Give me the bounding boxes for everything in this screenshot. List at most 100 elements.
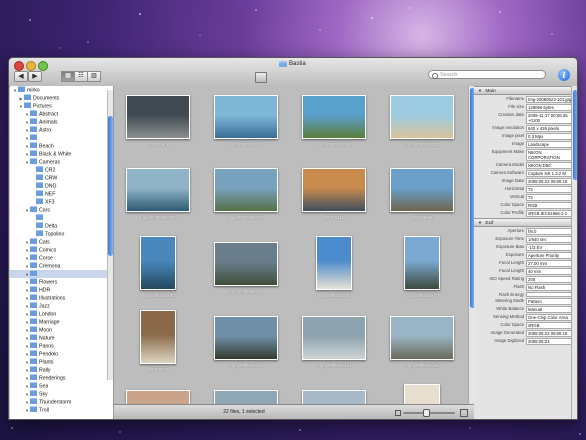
photo-image[interactable] (214, 390, 278, 404)
metadata-value[interactable]: 2008:05:23 09:08:19 (526, 330, 574, 337)
metadata-value[interactable]: One-Chip Color Area (526, 314, 574, 321)
sidebar-item[interactable]: ▼ London (10, 310, 113, 318)
metadata-value[interactable]: NIKON D50 (526, 162, 574, 169)
close-button[interactable] (14, 61, 24, 71)
sidebar-item[interactable]: Topolino (10, 230, 113, 238)
photo-image[interactable] (140, 310, 176, 364)
main-section-header[interactable]: ▼ Main (474, 86, 577, 95)
sidebar-item[interactable]: ▼ Nature (10, 334, 113, 342)
photo-thumbnail[interactable]: Img-20090926-243 (210, 310, 282, 368)
photo-image[interactable] (126, 390, 190, 404)
metadata-value[interactable]: 2009-11-17 00:06:35 +0100 (526, 112, 574, 124)
photo-thumbnail[interactable] (122, 384, 194, 404)
metadata-value[interactable]: -1/3 EV (526, 244, 574, 251)
sidebar-item[interactable]: ▼ (10, 270, 113, 278)
sidebar-item[interactable]: ▼ mirko (10, 86, 113, 94)
sidebar-item[interactable]: ▼ Panos (10, 342, 113, 350)
photo-image[interactable] (302, 95, 366, 139)
metadata-value[interactable]: 1/640 sec (526, 236, 574, 243)
sidebar-item[interactable]: ▼ Jazz (10, 302, 113, 310)
metadata-value[interactable]: Manual (526, 306, 574, 313)
info-button[interactable]: i (558, 69, 570, 81)
sidebar-item[interactable]: NEF (10, 190, 113, 198)
sidebar-item[interactable]: ▼ Rally (10, 366, 113, 374)
search-input[interactable]: Search (428, 70, 546, 79)
sidebar-item[interactable]: ▶ Documents (10, 94, 113, 102)
view-list-button[interactable]: ☷ (74, 71, 88, 82)
sidebar-item[interactable]: ▼ Flowers (10, 278, 113, 286)
photo-thumbnail[interactable]: Img-20090926-117 (210, 162, 282, 220)
metadata-value[interactable]: sRGB (526, 322, 574, 329)
sidebar-item[interactable]: ▼ Illustrations (10, 294, 113, 302)
photo-image[interactable] (214, 242, 278, 286)
sidebar-scroll-thumb[interactable] (108, 116, 113, 256)
sidebar-item[interactable]: ▼ Comics (10, 246, 113, 254)
photo-image[interactable] (390, 316, 454, 360)
photo-thumbnail[interactable]: Img-20090511-058 (298, 89, 370, 147)
zoom-button[interactable] (38, 61, 48, 71)
photo-thumbnail[interactable]: 222_Ptoliha (122, 89, 194, 147)
photo-thumbnail[interactable]: Img-20090926-235 (122, 162, 194, 220)
sidebar-item[interactable]: DNG (10, 182, 113, 190)
sidebar-item[interactable]: ▼ Beach (10, 142, 113, 150)
metadata-value[interactable]: Capture NX 1.3.2 M (526, 170, 574, 177)
photo-image[interactable] (390, 95, 454, 139)
photo-thumbnail[interactable]: Img-20090511-063 (122, 236, 194, 298)
metadata-value[interactable]: Img-20080523-101.jpg (526, 96, 574, 103)
slideshow-icon[interactable] (255, 72, 267, 83)
sidebar-item[interactable] (10, 214, 113, 222)
view-icons-button[interactable]: ▦ (61, 71, 75, 82)
minimize-button[interactable] (26, 61, 36, 71)
metadata-value[interactable]: sRGB IEC61966-2.1 (526, 210, 574, 217)
sidebar-item[interactable]: ▼ Plants (10, 358, 113, 366)
sidebar-item[interactable]: ▼ Cars (10, 206, 113, 214)
sidebar-item[interactable]: ▼ Astro (10, 126, 113, 134)
photo-thumbnail[interactable]: Img-20090526-181 (298, 310, 370, 368)
metadata-value[interactable]: 72 (526, 194, 574, 201)
photo-image[interactable] (302, 316, 366, 360)
photo-image[interactable] (404, 236, 440, 290)
metadata-value[interactable]: RGB (526, 202, 574, 209)
photo-thumbnail[interactable]: Img-20090926-241 (210, 236, 282, 294)
photo-image[interactable] (214, 95, 278, 139)
sidebar-item[interactable]: ▼ Renderings (10, 374, 113, 382)
sidebar-item[interactable]: ▼ Cameras (10, 158, 113, 166)
photo-thumbnail[interactable] (298, 384, 370, 404)
photo-thumbnail[interactable]: Img-20090926-150 (386, 310, 458, 368)
metadata-value[interactable]: No Flash (526, 284, 574, 291)
photo-image[interactable] (302, 168, 366, 212)
sidebar-item[interactable]: CR2 (10, 166, 113, 174)
sidebar-item[interactable]: ▼ Cats (10, 238, 113, 246)
photo-thumbnail[interactable]: _DSC3955 (386, 162, 458, 220)
sidebar-item[interactable]: ▼ Sea (10, 382, 113, 390)
sidebar-item[interactable]: ▼ HDR (10, 286, 113, 294)
sidebar-item[interactable]: XF3 (10, 198, 113, 206)
sidebar-item[interactable]: ▼ Animals (10, 118, 113, 126)
metadata-value[interactable]: Pattern (526, 298, 574, 305)
zoom-slider-knob[interactable] (423, 409, 430, 417)
forward-button[interactable]: ▶ (28, 71, 42, 82)
back-button[interactable]: ◀ (14, 71, 28, 82)
photo-thumbnail[interactable]: Img-20080523-101 (386, 89, 458, 147)
metadata-value[interactable]: 128066 bytes (526, 104, 574, 111)
sidebar-item[interactable]: ▼ Abstract (10, 110, 113, 118)
photo-thumbnail[interactable]: Img-20090511-044 (210, 89, 282, 147)
metadata-value[interactable]: 0.3 Mpx (526, 133, 574, 140)
photo-image[interactable] (214, 168, 278, 212)
metadata-value[interactable]: f/8.0 (526, 228, 574, 235)
photo-thumbnail[interactable]: Img-20090511-057 (298, 236, 370, 298)
photo-thumbnail[interactable]: _DSC6027 (122, 310, 194, 372)
sidebar-scrollbar[interactable] (107, 90, 113, 380)
photo-thumbnail[interactable] (386, 384, 458, 404)
photo-image[interactable] (126, 95, 190, 139)
sidebar-item[interactable]: ▼ Pendolo (10, 350, 113, 358)
photo-image[interactable] (404, 384, 440, 404)
photo-image[interactable] (390, 168, 454, 212)
metadata-value[interactable]: 200 (526, 276, 574, 283)
sidebar-item[interactable]: ▼ Thunderstorm (10, 398, 113, 406)
metadata-value[interactable]: 2008:05:23 09:08:19 (526, 178, 574, 185)
sidebar-item[interactable]: CRW (10, 174, 113, 182)
metadata-value[interactable]: 40 mm (526, 268, 574, 275)
metadata-value[interactable] (526, 292, 574, 297)
metadata-value[interactable]: 27.00 mm (526, 260, 574, 267)
